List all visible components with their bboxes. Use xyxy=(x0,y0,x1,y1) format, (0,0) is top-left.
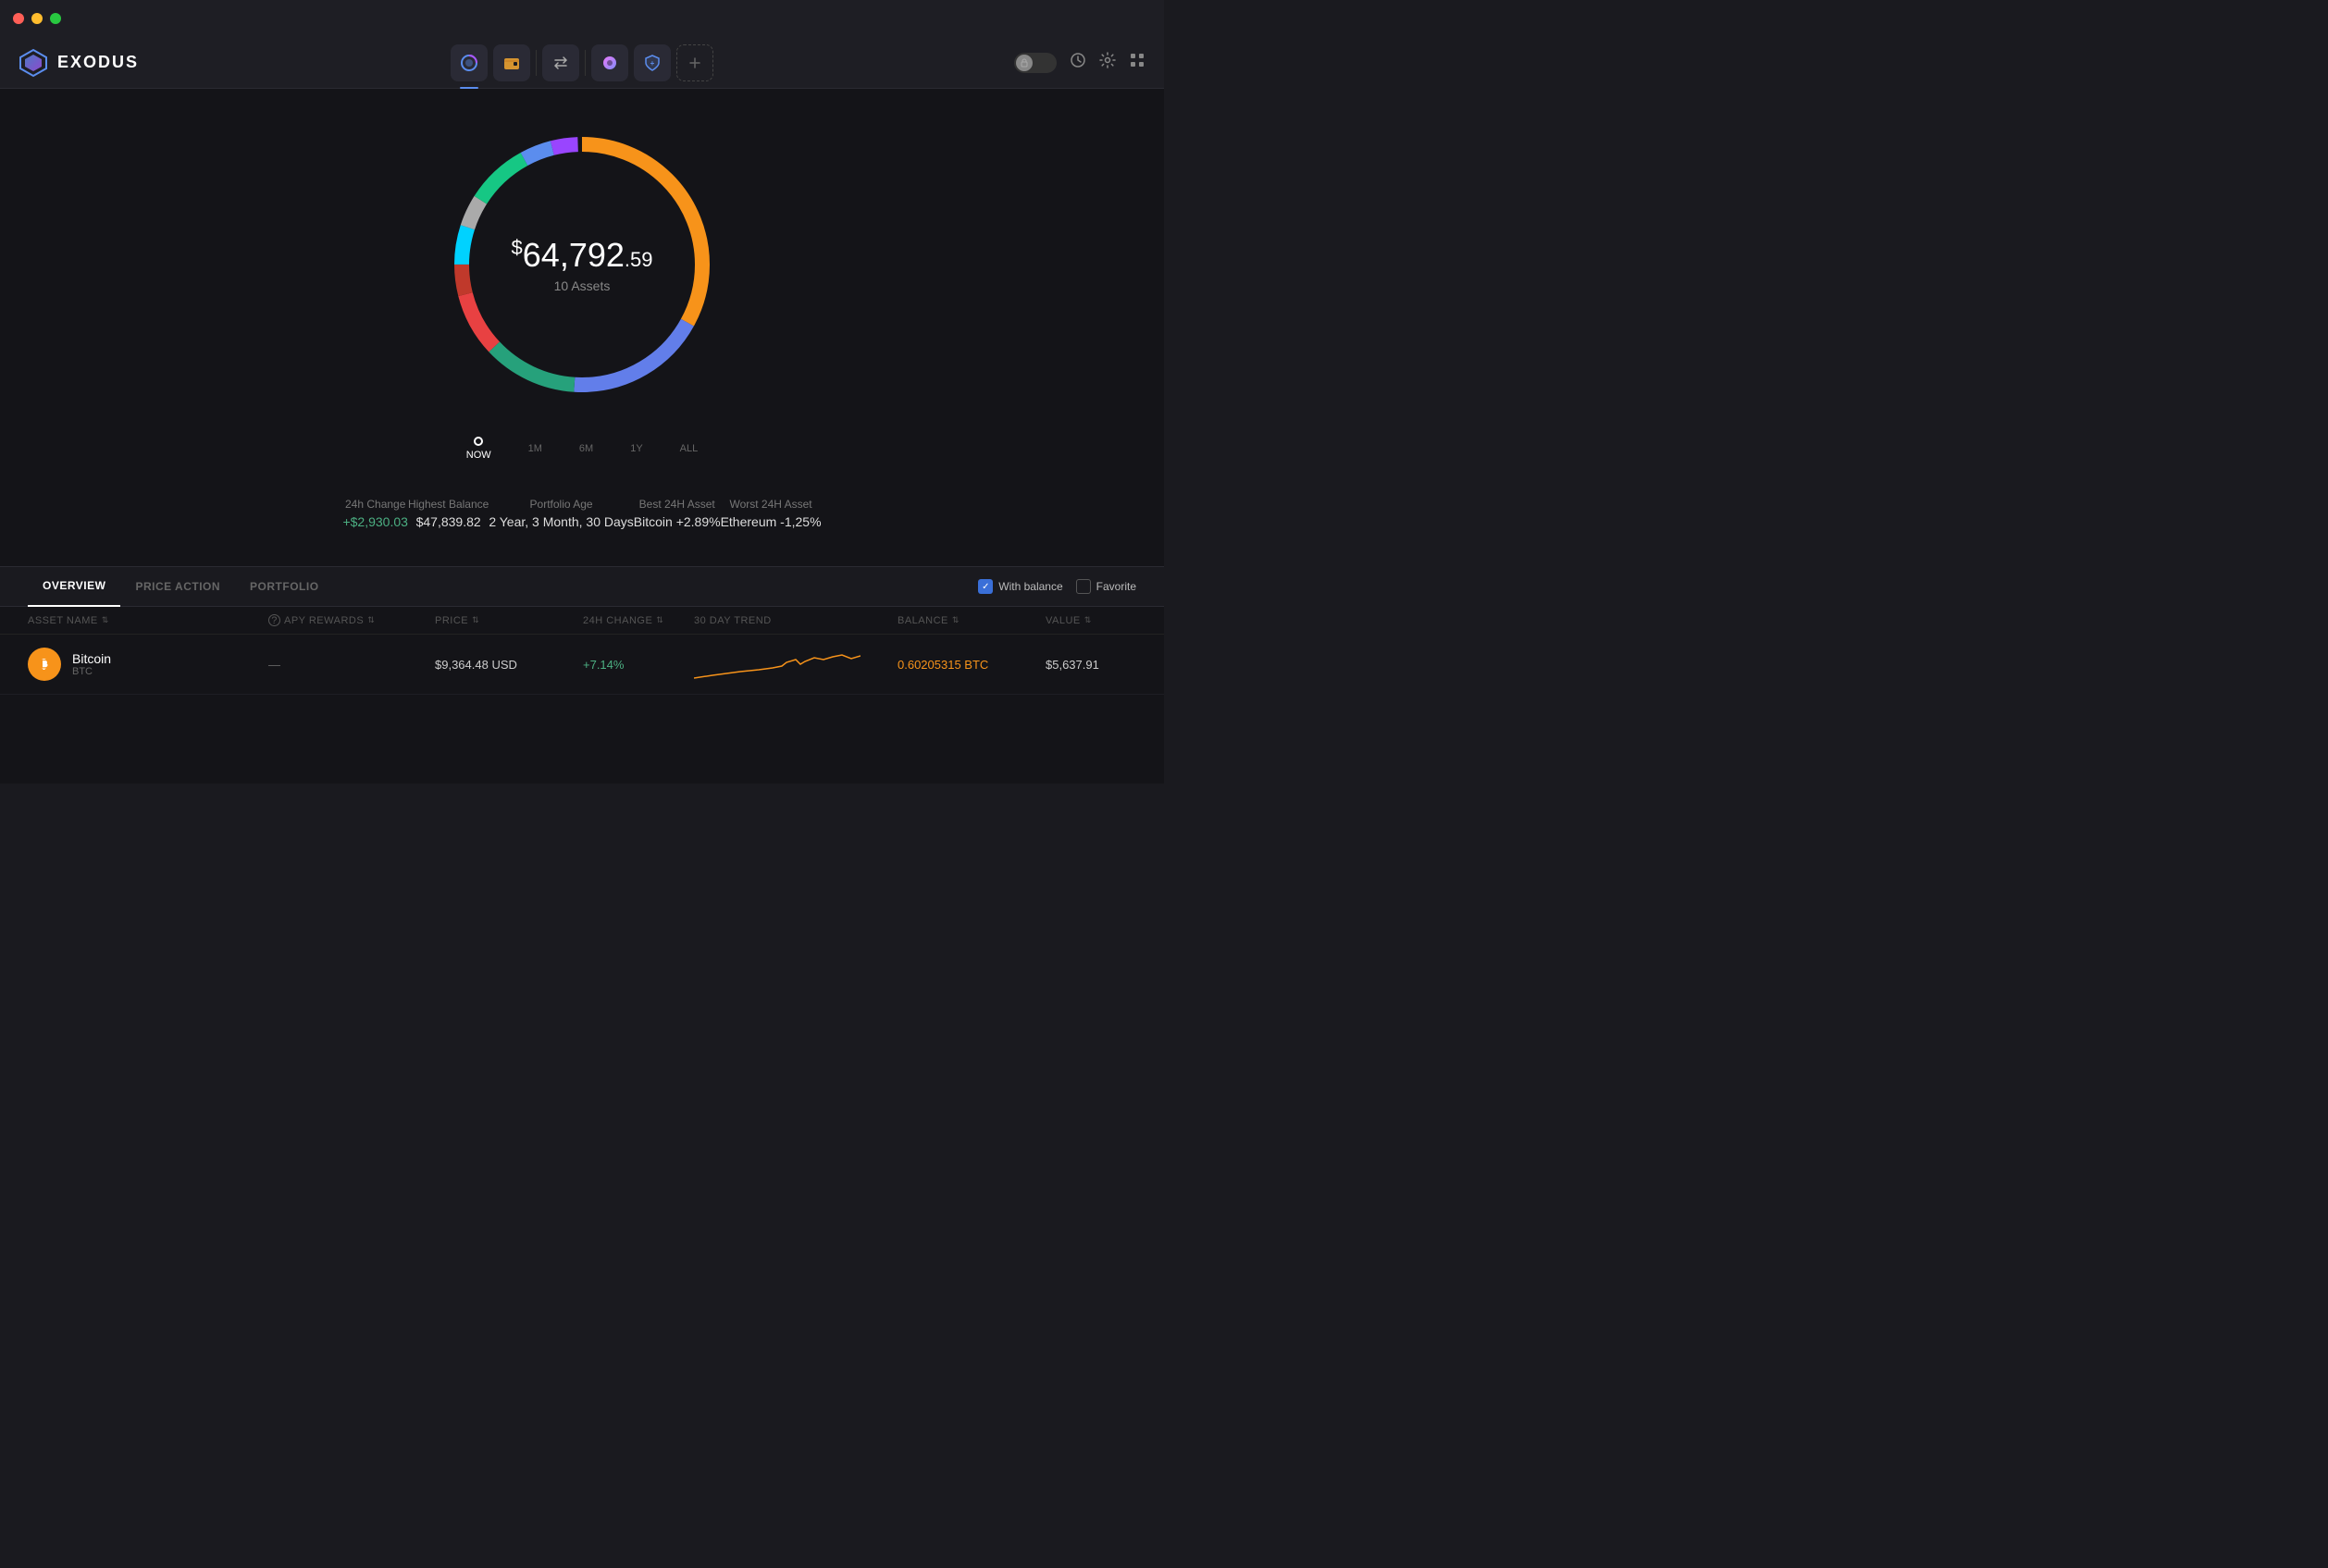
stat-worst-value: Ethereum -1,25% xyxy=(721,514,822,529)
th-30d-trend: 30 DAY TREND xyxy=(694,615,898,626)
favorite-checkbox xyxy=(1076,579,1091,594)
tab-portfolio[interactable]: PORTFOLIO xyxy=(235,566,334,607)
th-asset-name[interactable]: ASSET NAME ⇅ xyxy=(28,615,268,626)
timeline-label-6m: 6M xyxy=(579,443,593,454)
nav-add-button[interactable] xyxy=(676,44,713,81)
settings-icon[interactable] xyxy=(1099,52,1116,73)
stat-highest-value: $47,839.82 xyxy=(408,514,489,529)
timeline-1m[interactable]: 1M xyxy=(528,443,542,454)
btc-trend xyxy=(694,646,898,683)
sort-value-icon: ⇅ xyxy=(1084,615,1092,625)
lock-thumb xyxy=(1016,55,1033,71)
timeline: NOW 1M 6M 1Y ALL xyxy=(466,427,699,470)
nav-browser-button[interactable] xyxy=(591,44,628,81)
stats-row: 24h Change +$2,930.03 Highest Balance $4… xyxy=(287,479,876,548)
donut-section: $64,792.59 10 Assets NOW 1M 6M 1Y ALL xyxy=(0,89,1164,566)
stat-age-value: 2 Year, 3 Month, 30 Days xyxy=(489,514,633,529)
stat-best-asset: Best 24H Asset Bitcoin +2.89% xyxy=(634,498,721,529)
asset-cell-btc: Bitcoin BTC xyxy=(28,648,268,681)
stat-portfolio-age: Portfolio Age 2 Year, 3 Month, 30 Days xyxy=(489,498,633,529)
nav-wallet-button[interactable] xyxy=(493,44,530,81)
stat-highest-label: Highest Balance xyxy=(408,498,489,511)
btc-price: $9,364.48 USD xyxy=(435,658,583,672)
timeline-label-now: NOW xyxy=(466,450,491,461)
btc-value: $5,637.91 xyxy=(1046,658,1164,672)
info-icon: ? xyxy=(268,614,280,626)
header: EXODUS xyxy=(0,37,1164,89)
sort-balance-icon: ⇅ xyxy=(952,615,960,625)
sort-change-icon: ⇅ xyxy=(656,615,663,625)
logo-area: EXODUS xyxy=(19,48,204,78)
stat-24h-value: +$2,930.03 xyxy=(342,514,407,529)
timeline-1y[interactable]: 1Y xyxy=(630,443,642,454)
stat-worst-label: Worst 24H Asset xyxy=(721,498,822,511)
assets-count: 10 Assets xyxy=(512,278,653,293)
main-content: $64,792.59 10 Assets NOW 1M 6M 1Y ALL xyxy=(0,89,1164,784)
tab-filter: ✓ With balance Favorite xyxy=(978,579,1136,594)
history-icon[interactable] xyxy=(1070,52,1086,73)
logo-text: EXODUS xyxy=(57,53,139,72)
donut-center: $64,792.59 10 Assets xyxy=(512,236,653,293)
with-balance-filter[interactable]: ✓ With balance xyxy=(978,579,1062,594)
favorite-filter[interactable]: Favorite xyxy=(1076,579,1136,594)
with-balance-label: With balance xyxy=(998,580,1062,593)
stat-best-label: Best 24H Asset xyxy=(634,498,721,511)
close-button[interactable] xyxy=(13,13,24,24)
sort-price-icon: ⇅ xyxy=(472,615,479,625)
title-bar xyxy=(0,0,1164,37)
table-header: ASSET NAME ⇅ ? APY REWARDS ⇅ PRICE ⇅ 24H… xyxy=(0,607,1164,635)
btc-balance: 0.60205315 BTC xyxy=(898,658,1046,672)
timeline-label-1y: 1Y xyxy=(630,443,642,454)
th-24h-change[interactable]: 24H CHANGE ⇅ xyxy=(583,615,694,626)
btc-icon xyxy=(28,648,61,681)
timeline-label-1m: 1M xyxy=(528,443,542,454)
portfolio-total: $64,792.59 xyxy=(512,236,653,275)
dollar-sign: $ xyxy=(512,236,523,259)
btc-apy: — xyxy=(268,658,435,672)
timeline-6m[interactable]: 6M xyxy=(579,443,593,454)
with-balance-checkbox: ✓ xyxy=(978,579,993,594)
minimize-button[interactable] xyxy=(31,13,43,24)
nav-divider-1 xyxy=(536,50,537,76)
apps-icon[interactable] xyxy=(1129,52,1145,73)
stat-24h-change: 24h Change +$2,930.03 xyxy=(342,498,407,529)
nav-center: + xyxy=(204,44,960,81)
tab-overview[interactable]: OVERVIEW xyxy=(28,566,120,607)
nav-web3-button[interactable]: + xyxy=(634,44,671,81)
nav-right xyxy=(960,52,1145,73)
tabs-row: OVERVIEW PRICE ACTION PORTFOLIO ✓ With b… xyxy=(0,566,1164,607)
donut-chart: $64,792.59 10 Assets xyxy=(434,117,730,413)
th-balance[interactable]: BALANCE ⇅ xyxy=(898,615,1046,626)
btc-change: +7.14% xyxy=(583,658,694,672)
btc-name: Bitcoin xyxy=(72,651,111,666)
th-apy-rewards[interactable]: ? APY REWARDS ⇅ xyxy=(268,614,435,626)
stat-best-value: Bitcoin +2.89% xyxy=(634,514,721,529)
svg-text:+: + xyxy=(650,59,655,68)
timeline-dot-now xyxy=(474,437,483,446)
btc-ticker: BTC xyxy=(72,666,111,677)
fullscreen-button[interactable] xyxy=(50,13,61,24)
stat-24h-label: 24h Change xyxy=(342,498,407,511)
timeline-label-all: ALL xyxy=(680,443,699,454)
stat-highest-balance: Highest Balance $47,839.82 xyxy=(408,498,489,529)
th-price[interactable]: PRICE ⇅ xyxy=(435,615,583,626)
stat-worst-asset: Worst 24H Asset Ethereum -1,25% xyxy=(721,498,822,529)
sort-apy-icon: ⇅ xyxy=(367,615,375,625)
table-row[interactable]: Bitcoin BTC — $9,364.48 USD +7.14% 0.602… xyxy=(0,635,1164,695)
timeline-now[interactable]: NOW xyxy=(466,437,491,461)
th-value[interactable]: VALUE ⇅ xyxy=(1046,615,1164,626)
nav-portfolio-button[interactable] xyxy=(451,44,488,81)
nav-exchange-button[interactable] xyxy=(542,44,579,81)
exodus-logo-icon xyxy=(19,48,48,78)
tab-price-action[interactable]: PRICE ACTION xyxy=(120,566,235,607)
lock-toggle[interactable] xyxy=(1014,53,1057,73)
stat-age-label: Portfolio Age xyxy=(489,498,633,511)
favorite-label: Favorite xyxy=(1096,580,1136,593)
sort-asset-icon: ⇅ xyxy=(102,615,109,625)
timeline-all[interactable]: ALL xyxy=(680,443,699,454)
nav-divider-2 xyxy=(585,50,586,76)
